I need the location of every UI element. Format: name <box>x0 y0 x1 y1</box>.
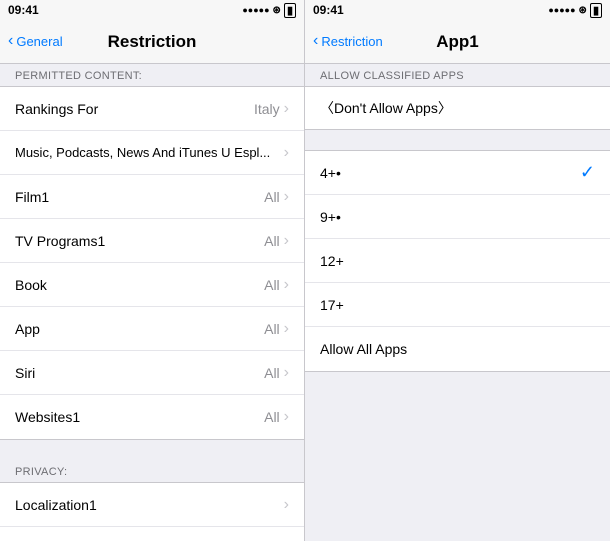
option-4plus-checkmark-icon: ✓ <box>580 162 595 183</box>
localization-chevron-icon: › <box>284 496 289 514</box>
permitted-content-header: PERMITTED CONTENT: <box>0 64 304 86</box>
left-back-button[interactable]: ‹ General <box>8 33 63 50</box>
allow-classified-header: ALLOW CLASSIFIED APPS <box>305 64 610 86</box>
localization-label: Localization1 <box>15 497 97 513</box>
option-12plus-label: 12+ <box>320 253 344 269</box>
left-wifi-icon: ⊛ <box>273 5 281 16</box>
music-chevron-icon: › <box>284 144 289 162</box>
right-back-label: Restriction <box>321 34 382 49</box>
rankings-value: Italy <box>254 101 280 117</box>
book-row[interactable]: Book All › <box>0 263 304 307</box>
siri-row[interactable]: Siri All › <box>0 351 304 395</box>
right-panel: 09:41 ●●●●● ⊛ ▮ ‹ Restriction App1 ALLOW… <box>305 0 610 541</box>
book-value-group: All › <box>264 276 289 294</box>
book-value: All <box>264 277 280 293</box>
right-nav-bar: ‹ Restriction App1 <box>305 20 610 64</box>
allow-all-apps-label: Allow All Apps <box>320 341 407 357</box>
left-scroll-content: PERMITTED CONTENT: Rankings For Italy › … <box>0 64 304 541</box>
option-4plus-label: 4+• <box>320 165 341 181</box>
rankings-chevron-icon: › <box>284 100 289 118</box>
dont-allow-row[interactable]: 〈Don't Allow Apps〉 <box>305 86 610 130</box>
app-value: All <box>264 321 280 337</box>
app-label: App <box>15 321 40 337</box>
contact-row[interactable]: Contact › <box>0 527 304 541</box>
left-panel: 09:41 ●●●●● ⊛ ▮ ‹ General Restriction PE… <box>0 0 305 541</box>
film-label: Film1 <box>15 189 49 205</box>
siri-label: Siri <box>15 365 35 381</box>
localization-chevron-group: › <box>284 496 289 514</box>
siri-value: All <box>264 365 280 381</box>
websites-value-group: All › <box>264 408 289 426</box>
option-9plus-row[interactable]: 9+• <box>305 195 610 239</box>
app-rating-options-table: 4+• ✓ 9+• 12+ 17+ Allow All Apps <box>305 150 610 372</box>
left-battery-icon: ▮ <box>284 3 296 18</box>
right-back-button[interactable]: ‹ Restriction <box>313 33 383 50</box>
film-row[interactable]: Film1 All › <box>0 175 304 219</box>
right-spacer <box>305 130 610 150</box>
localization-row[interactable]: Localization1 › <box>0 483 304 527</box>
right-nav-title: App1 <box>436 32 479 52</box>
film-value: All <box>264 189 280 205</box>
left-time: 09:41 <box>8 3 39 17</box>
music-label: Music, Podcasts, News And iTunes U Espl.… <box>15 145 284 160</box>
book-chevron-icon: › <box>284 276 289 294</box>
left-back-chevron-icon: ‹ <box>8 32 13 50</box>
rankings-value-group: Italy › <box>254 100 289 118</box>
permitted-content-table: Rankings For Italy › Music, Podcasts, Ne… <box>0 86 304 440</box>
book-label: Book <box>15 277 47 293</box>
left-status-bar: 09:41 ●●●●● ⊛ ▮ <box>0 0 304 20</box>
privacy-header: PRIVACY: <box>0 460 304 482</box>
film-value-group: All › <box>264 188 289 206</box>
app-chevron-icon: › <box>284 320 289 338</box>
right-battery-icon: ▮ <box>590 3 602 18</box>
left-nav-bar: ‹ General Restriction <box>0 20 304 64</box>
option-17plus-row[interactable]: 17+ <box>305 283 610 327</box>
right-status-icons: ●●●●● ⊛ ▮ <box>548 3 602 18</box>
right-time: 09:41 <box>313 3 344 17</box>
right-status-bar: 09:41 ●●●●● ⊛ ▮ <box>305 0 610 20</box>
websites-value: All <box>264 409 280 425</box>
websites-chevron-icon: › <box>284 408 289 426</box>
left-signal-icon: ●●●●● <box>242 5 269 15</box>
siri-value-group: All › <box>264 364 289 382</box>
siri-chevron-icon: › <box>284 364 289 382</box>
left-status-icons: ●●●●● ⊛ ▮ <box>242 3 296 18</box>
option-4plus-row[interactable]: 4+• ✓ <box>305 151 610 195</box>
left-nav-title: Restriction <box>108 32 197 52</box>
music-row[interactable]: Music, Podcasts, News And iTunes U Espl.… <box>0 131 304 175</box>
tv-value-group: All › <box>264 232 289 250</box>
tv-chevron-icon: › <box>284 232 289 250</box>
option-9plus-label: 9+• <box>320 209 341 225</box>
right-back-chevron-icon: ‹ <box>313 32 318 50</box>
websites-row[interactable]: Websites1 All › <box>0 395 304 439</box>
tv-value: All <box>264 233 280 249</box>
app-value-group: All › <box>264 320 289 338</box>
app-row[interactable]: App All › <box>0 307 304 351</box>
rankings-row[interactable]: Rankings For Italy › <box>0 87 304 131</box>
right-signal-icon: ●●●●● <box>548 5 575 15</box>
websites-label: Websites1 <box>15 409 80 425</box>
privacy-table: Localization1 › Contact › Calendar › Rem… <box>0 482 304 541</box>
option-12plus-row[interactable]: 12+ <box>305 239 610 283</box>
dont-allow-label: 〈Don't Allow Apps〉 <box>320 98 452 118</box>
tv-row[interactable]: TV Programs1 All › <box>0 219 304 263</box>
music-chevron-group: › <box>284 144 289 162</box>
option-17plus-label: 17+ <box>320 297 344 313</box>
rankings-label: Rankings For <box>15 101 98 117</box>
right-wifi-icon: ⊛ <box>579 5 587 16</box>
tv-label: TV Programs1 <box>15 233 105 249</box>
film-chevron-icon: › <box>284 188 289 206</box>
spacer1 <box>0 440 304 460</box>
left-back-label: General <box>16 34 62 49</box>
allow-all-apps-row[interactable]: Allow All Apps <box>305 327 610 371</box>
